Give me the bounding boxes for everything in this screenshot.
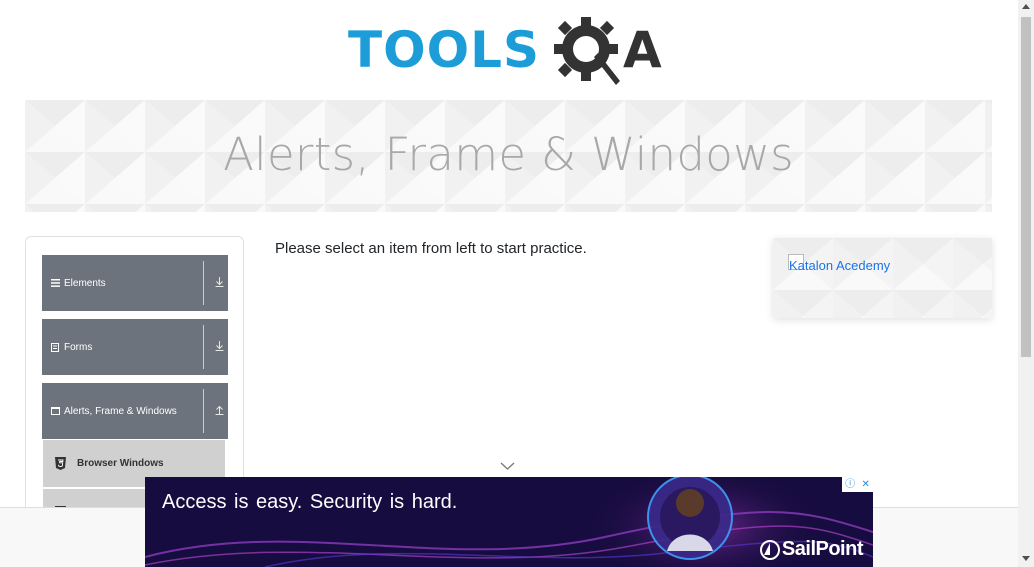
logo-text-tools: TOOLS xyxy=(348,21,540,79)
html5-icon xyxy=(43,457,77,470)
sailpoint-sail-icon xyxy=(759,539,780,560)
page-banner: Alerts, Frame & Windows xyxy=(25,100,992,212)
close-icon[interactable]: ✕ xyxy=(861,479,869,490)
scroll-down-arrow-icon[interactable] xyxy=(1022,556,1030,561)
katalon-ad[interactable]: Katalon Acedemy xyxy=(773,238,992,318)
menu-group-label: Alerts, Frame & Windows xyxy=(64,405,177,417)
form-icon xyxy=(42,342,64,352)
menu-item-label: Browser Windows xyxy=(77,458,164,469)
ad-pattern xyxy=(773,238,992,318)
menu-group-elements[interactable]: Elements xyxy=(42,255,228,311)
chevron-down-icon[interactable] xyxy=(500,461,515,471)
expand-icon xyxy=(210,276,228,290)
hamburger-icon xyxy=(42,279,64,287)
info-icon[interactable]: ⓘ xyxy=(845,479,855,490)
ad-choices[interactable]: ⓘ ✕ xyxy=(842,477,873,492)
sailpoint-logo: SailPoint xyxy=(759,538,864,561)
menu-group-label: Forms xyxy=(64,341,93,353)
logo-text-a: A xyxy=(623,21,662,79)
expand-icon xyxy=(210,340,228,354)
window-icon xyxy=(42,407,64,415)
menu-group-alerts-frame-windows[interactable]: Alerts, Frame & Windows xyxy=(42,383,228,439)
menu-group-label: Elements xyxy=(64,277,106,289)
instruction-text: Please select an item from left to start… xyxy=(275,240,587,257)
ad-brand-text: SailPoint xyxy=(781,538,864,560)
page-title: Alerts, Frame & Windows xyxy=(223,128,794,181)
scrollbar-thumb[interactable] xyxy=(1021,17,1031,357)
ad-headline: Access is easy. Security is hard. xyxy=(162,491,458,513)
menu-group-forms[interactable]: Forms xyxy=(42,319,228,375)
logo-gear-icon xyxy=(554,17,620,85)
collapse-icon xyxy=(210,405,228,418)
site-header: TOOLS A xyxy=(0,0,1018,95)
vertical-scrollbar[interactable] xyxy=(1018,0,1034,567)
katalon-ad-link[interactable]: Katalon Acedemy xyxy=(788,258,890,273)
sailpoint-ad-banner[interactable]: Access is easy. Security is hard. SailPo… xyxy=(145,477,873,567)
toolsqa-logo[interactable]: TOOLS A xyxy=(348,15,672,91)
scroll-up-arrow-icon[interactable] xyxy=(1022,4,1030,9)
